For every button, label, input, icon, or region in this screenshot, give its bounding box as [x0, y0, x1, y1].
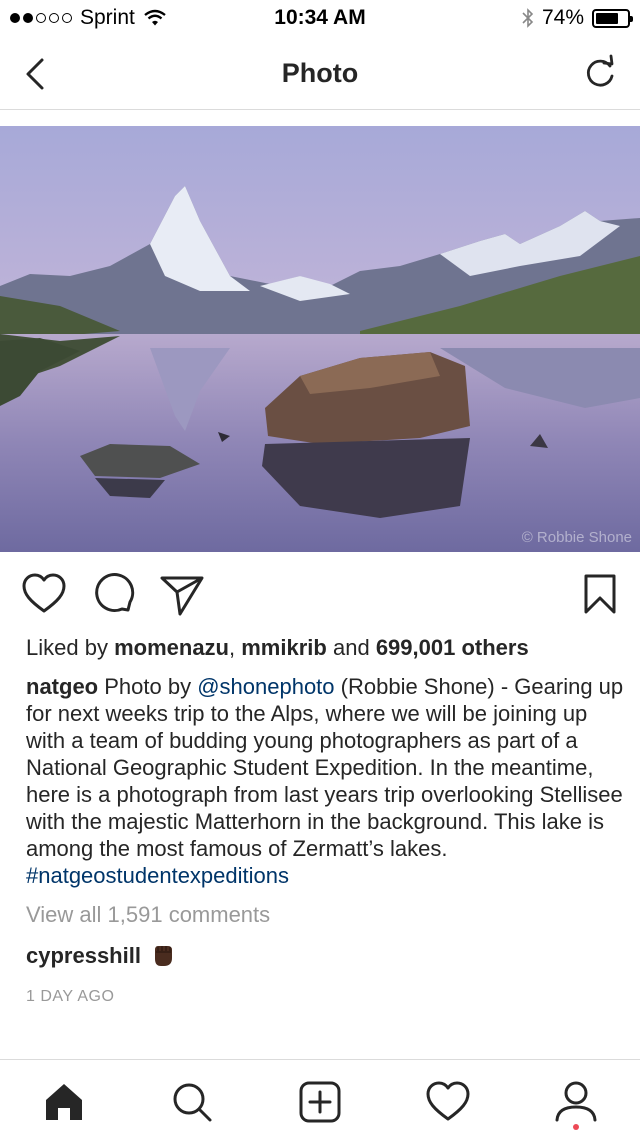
author-username[interactable]: natgeo — [26, 674, 98, 699]
likes-count[interactable]: 699,001 others — [376, 635, 529, 660]
likes-prefix: Liked by — [26, 635, 108, 660]
status-bar: Sprint 10:34 AM 74% — [0, 0, 640, 38]
comment-item: cypresshill — [26, 941, 626, 969]
likes-and: and — [332, 635, 370, 660]
profile-icon[interactable] — [552, 1078, 600, 1126]
status-right: 74% — [522, 6, 633, 30]
battery-icon — [592, 8, 633, 28]
search-icon[interactable] — [168, 1078, 216, 1126]
caption-text: (Robbie Shone) - Gearing up for next wee… — [26, 674, 624, 861]
comment-bubble-icon[interactable] — [92, 570, 140, 618]
bottom-tab-bar — [0, 1059, 640, 1138]
heart-icon[interactable] — [20, 570, 68, 618]
raised-fist-icon — [154, 946, 172, 966]
post-content: Liked by momenazu, mmikrib and 699,001 o… — [26, 634, 626, 1010]
notification-dot — [573, 1124, 579, 1130]
bluetooth-icon — [522, 8, 534, 28]
likes-line: Liked by momenazu, mmikrib and 699,001 o… — [26, 634, 626, 661]
nav-header: Photo — [0, 38, 640, 110]
post-actions — [0, 570, 640, 624]
bookmark-icon[interactable] — [576, 570, 624, 618]
post-photo[interactable]: © Robbie Shone — [0, 126, 640, 552]
activity-heart-icon[interactable] — [424, 1078, 472, 1126]
hashtag-link[interactable]: #natgeostudentexpeditions — [26, 863, 289, 888]
refresh-icon[interactable] — [582, 54, 618, 92]
view-all-comments[interactable]: View all 1,591 comments — [26, 901, 626, 928]
likes-separator: , — [229, 635, 236, 660]
liker-link[interactable]: mmikrib — [241, 635, 327, 660]
page-title: Photo — [281, 58, 359, 88]
comment-username[interactable]: cypresshill — [26, 942, 141, 969]
home-icon[interactable] — [40, 1078, 88, 1126]
landscape-photo — [0, 126, 640, 552]
send-icon[interactable] — [158, 570, 206, 618]
photo-credit: © Robbie Shone — [521, 529, 632, 546]
battery-percent: 74% — [541, 6, 584, 29]
battery-level — [596, 12, 619, 24]
caption-text-pre: Photo by — [98, 674, 198, 699]
post-caption: natgeo Photo by @shonephoto (Robbie Shon… — [26, 673, 626, 889]
liker-link[interactable]: momenazu — [114, 635, 229, 660]
post-timestamp: 1 DAY AGO — [26, 988, 115, 1005]
mention-link[interactable]: @shonephoto — [197, 674, 334, 699]
add-post-icon[interactable] — [296, 1078, 344, 1126]
